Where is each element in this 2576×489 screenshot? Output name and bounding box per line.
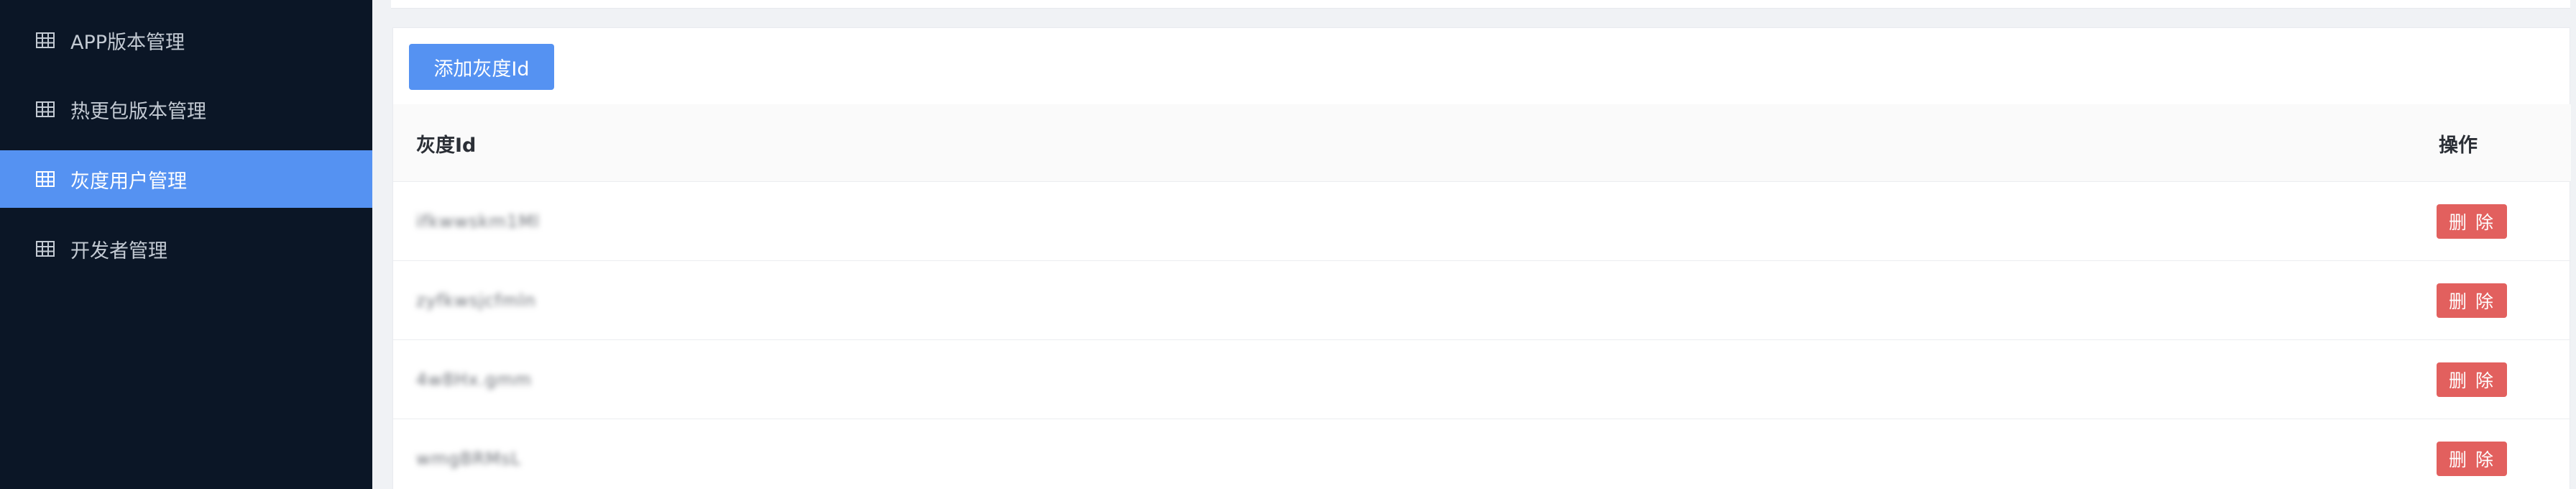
sidebar-item-label: 开发者管理: [70, 239, 167, 262]
sidebar: APP版本管理 热更包版本管理 灰度用户管理 开发者管理: [0, 0, 372, 489]
top-panel-edge: [391, 0, 2570, 9]
sidebar-item-hotfix-version[interactable]: 热更包版本管理: [0, 81, 372, 138]
gray-id-value: wmgBRMsL: [416, 449, 521, 469]
grid-icon: [36, 171, 55, 187]
gray-id-cell: zyfkwsjcfmln: [416, 261, 536, 340]
gray-id-cell: wmgBRMsL: [416, 419, 521, 489]
sidebar-item-label: APP版本管理: [70, 31, 185, 54]
add-gray-id-button[interactable]: 添加灰度Id: [409, 44, 554, 90]
grid-icon: [36, 241, 55, 257]
delete-button[interactable]: 删 除: [2437, 283, 2507, 318]
delete-button[interactable]: 删 除: [2437, 442, 2507, 476]
grid-icon: [36, 101, 55, 117]
main-content: 添加灰度Id 灰度Id 操作 ifkwwskm1Ml 删 除 zyfkwsjcf…: [372, 0, 2576, 489]
gray-id-table: 灰度Id 操作 ifkwwskm1Ml 删 除 zyfkwsjcfmln 删 除: [393, 104, 2571, 489]
gray-id-cell: 4w8Hx.gmm: [416, 340, 532, 419]
delete-button[interactable]: 删 除: [2437, 362, 2507, 397]
table-header: 灰度Id 操作: [393, 104, 2571, 182]
sidebar-item-gray-users[interactable]: 灰度用户管理: [0, 150, 372, 208]
gray-id-cell: ifkwwskm1Ml: [416, 182, 540, 261]
delete-button[interactable]: 删 除: [2437, 204, 2507, 239]
sidebar-item-label: 灰度用户管理: [70, 170, 187, 193]
app-root: APP版本管理 热更包版本管理 灰度用户管理 开发者管理 添加灰度Id 灰度Id…: [0, 0, 2576, 489]
grid-icon: [36, 32, 55, 48]
sidebar-item-developers[interactable]: 开发者管理: [0, 220, 372, 278]
gray-id-value: ifkwwskm1Ml: [416, 211, 540, 232]
sidebar-item-app-version[interactable]: APP版本管理: [0, 12, 372, 69]
gray-id-value: zyfkwsjcfmln: [416, 291, 536, 311]
table-row: 4w8Hx.gmm 删 除: [393, 340, 2571, 419]
table-row: zyfkwsjcfmln 删 除: [393, 261, 2571, 340]
column-header-gray-id: 灰度Id: [416, 134, 477, 157]
content-card: 添加灰度Id 灰度Id 操作 ifkwwskm1Ml 删 除 zyfkwsjcf…: [392, 27, 2571, 489]
sidebar-item-label: 热更包版本管理: [70, 100, 206, 123]
table-row: ifkwwskm1Ml 删 除: [393, 182, 2571, 261]
gray-id-value: 4w8Hx.gmm: [416, 370, 533, 390]
column-header-actions: 操作: [2439, 134, 2478, 157]
table-row: wmgBRMsL 删 除: [393, 419, 2571, 489]
